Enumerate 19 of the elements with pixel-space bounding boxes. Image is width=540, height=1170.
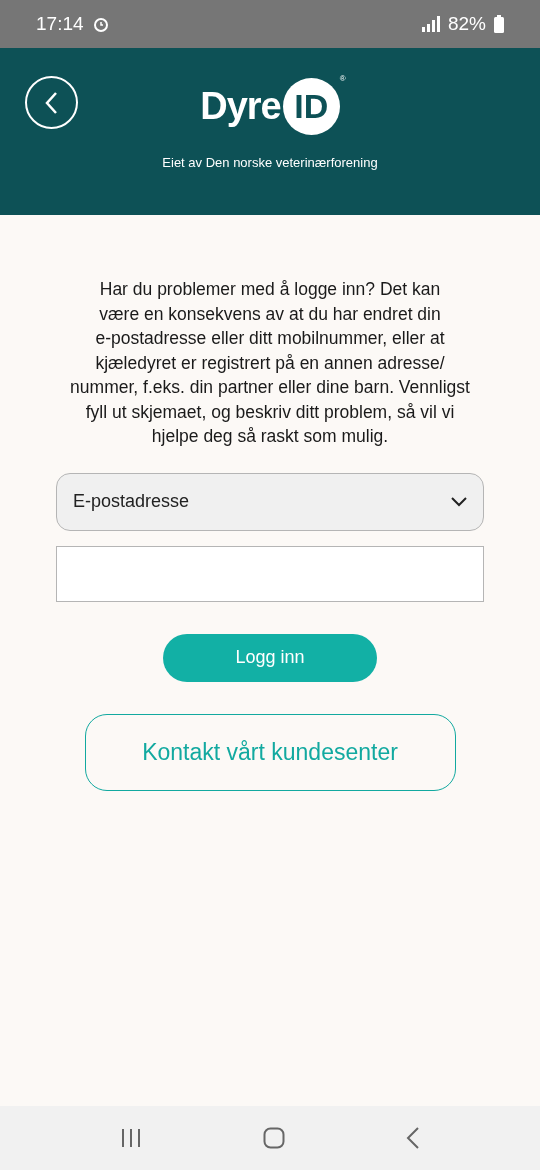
intro-text: Har du problemer med å logge inn? Det kan være en konsekvens av at du har endret din e-postadresse eller ditt mobilnummer, eller at kjæledyret er registrert på en annen adresse/ nummer, f.eks. din partner eller dine barn. Vennligst fyll ut skjemaet, og beskriv ditt problem, så vil vi hjelpe deg så raskt som mulig. xyxy=(69,278,471,448)
chevron-down-icon xyxy=(451,496,467,507)
alarm-icon xyxy=(91,15,110,33)
back-button[interactable] xyxy=(25,76,78,129)
registered-mark: ® xyxy=(339,74,346,83)
home-icon[interactable] xyxy=(263,1127,285,1149)
contact-button[interactable]: Kontakt vårt kundesenter xyxy=(84,713,456,791)
input-field[interactable] xyxy=(56,545,484,602)
logo-word: Dyre xyxy=(200,85,281,128)
battery-icon xyxy=(494,15,504,33)
login-method-select[interactable]: E-postadresse xyxy=(56,472,484,531)
status-time: 17:14 xyxy=(36,13,84,35)
logo-badge: ID xyxy=(282,78,340,135)
header-subtitle: Eiet av Den norske veterinærforening xyxy=(162,155,378,170)
battery-percentage: 82% xyxy=(447,13,486,35)
recent-apps-icon[interactable] xyxy=(120,1128,143,1148)
login-button[interactable]: Logg inn xyxy=(163,633,377,682)
back-icon[interactable] xyxy=(405,1127,420,1149)
signal-icon xyxy=(419,15,440,33)
